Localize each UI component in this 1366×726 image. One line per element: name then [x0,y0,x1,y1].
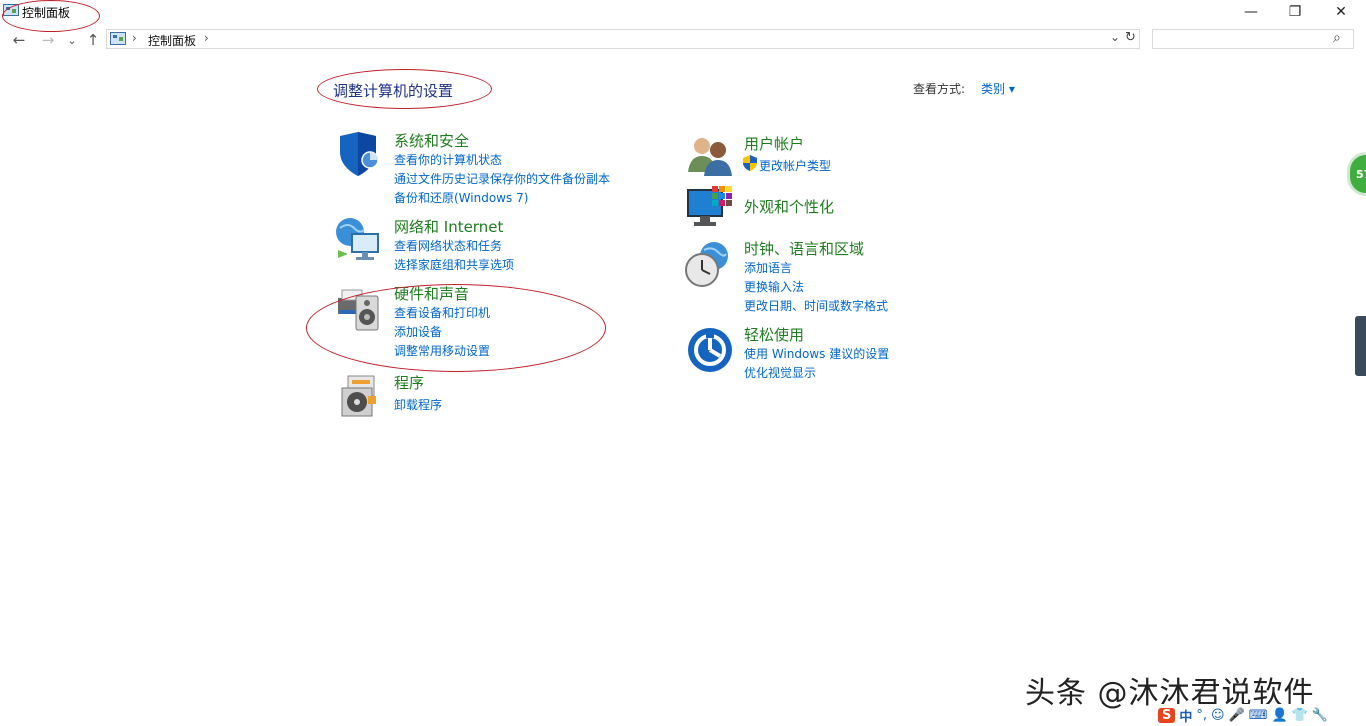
link-change-account-type[interactable]: 更改帐户类型 [759,157,831,174]
search-input[interactable] [1152,29,1354,49]
category-title-programs[interactable]: 程序 [394,372,424,393]
title-annotation-ellipse [2,0,100,32]
up-button[interactable]: ↑ [83,30,103,50]
heading-annotation-ellipse [317,69,492,109]
category-title-network-internet[interactable]: 网络和 Internet [394,216,503,237]
link-windows-suggested-settings[interactable]: 使用 Windows 建议的设置 [744,345,889,362]
link-homegroup-sharing[interactable]: 选择家庭组和共享选项 [394,256,514,273]
category-title-clock-language-region[interactable]: 时钟、语言和区域 [744,238,864,259]
search-icon[interactable]: ⌕ [1333,30,1341,46]
minimize-button[interactable]: — [1228,0,1274,24]
speed-badge-value: 57 [1356,167,1366,181]
recent-locations-button[interactable]: ⌄ [62,30,82,50]
breadcrumb-chevron-icon[interactable]: › [204,31,209,45]
link-uninstall-program[interactable]: 卸载程序 [394,396,442,413]
forward-button[interactable]: → [38,30,58,50]
address-dropdown-icon[interactable]: ⌄ [1110,30,1120,44]
category-title-system-security[interactable]: 系统和安全 [394,130,469,151]
monitor-palette-icon [687,186,732,226]
hardware-annotation-ellipse [306,284,606,372]
tools-wrench-icon[interactable]: 🔧 [1312,708,1328,723]
link-date-time-format[interactable]: 更改日期、时间或数字格式 [744,297,888,314]
link-optimize-visual-display[interactable]: 优化视觉显示 [744,364,816,381]
ime-toolbar: S 中 °, ☺ 🎤 ⌨ 👤 👕 🔧 [1158,704,1366,726]
title-bar: 控制面板 — ❐ ✕ [0,0,1366,26]
breadcrumb-root[interactable]: 控制面板 [148,32,196,49]
keyboard-icon[interactable]: ⌨ [1249,708,1268,723]
link-view-computer-status[interactable]: 查看你的计算机状态 [394,151,502,168]
programs-disc-icon [341,375,376,417]
emoji-icon[interactable]: ☺ [1211,708,1225,723]
link-add-language[interactable]: 添加语言 [744,259,792,276]
category-title-ease-of-access[interactable]: 轻松使用 [744,324,804,345]
sogou-logo-icon[interactable]: S [1158,707,1176,723]
view-by-dropdown[interactable]: 类别 ▾ [981,80,1015,97]
refresh-icon[interactable]: ↻ [1125,30,1136,45]
user-icon[interactable]: 👤 [1272,708,1288,723]
shield-icon [340,132,379,176]
link-backup-restore[interactable]: 备份和还原(Windows 7) [394,189,528,206]
users-icon [688,138,732,176]
network-globe-icon [336,218,379,260]
link-network-status[interactable]: 查看网络状态和任务 [394,237,502,254]
back-button[interactable]: ← [9,30,29,50]
restore-button[interactable]: ❐ [1272,0,1318,24]
ime-mode-chinese[interactable]: 中 [1179,706,1192,725]
side-dock-handle[interactable] [1355,316,1366,376]
category-title-user-accounts[interactable]: 用户帐户 [744,133,804,154]
clock-globe-icon [685,242,728,287]
address-control-panel-icon [110,32,126,45]
address-bar[interactable] [106,29,1140,49]
breadcrumb-separator-icon: › [132,31,137,45]
view-by-label: 查看方式: [913,82,966,96]
link-file-history[interactable]: 通过文件历史记录保存你的文件备份副本 [394,170,610,187]
ime-punctuation-icon[interactable]: °, [1196,708,1207,723]
category-title-appearance-personalization[interactable]: 外观和个性化 [744,196,834,217]
link-change-input-method[interactable]: 更换输入法 [744,278,804,295]
floating-speed-badge[interactable]: 57 [1347,152,1366,196]
skin-shirt-icon[interactable]: 👕 [1292,708,1308,723]
microphone-icon[interactable]: 🎤 [1229,708,1245,723]
close-button[interactable]: ✕ [1318,0,1364,24]
uac-shield-icon [743,155,757,171]
ease-of-access-icon [688,328,732,372]
